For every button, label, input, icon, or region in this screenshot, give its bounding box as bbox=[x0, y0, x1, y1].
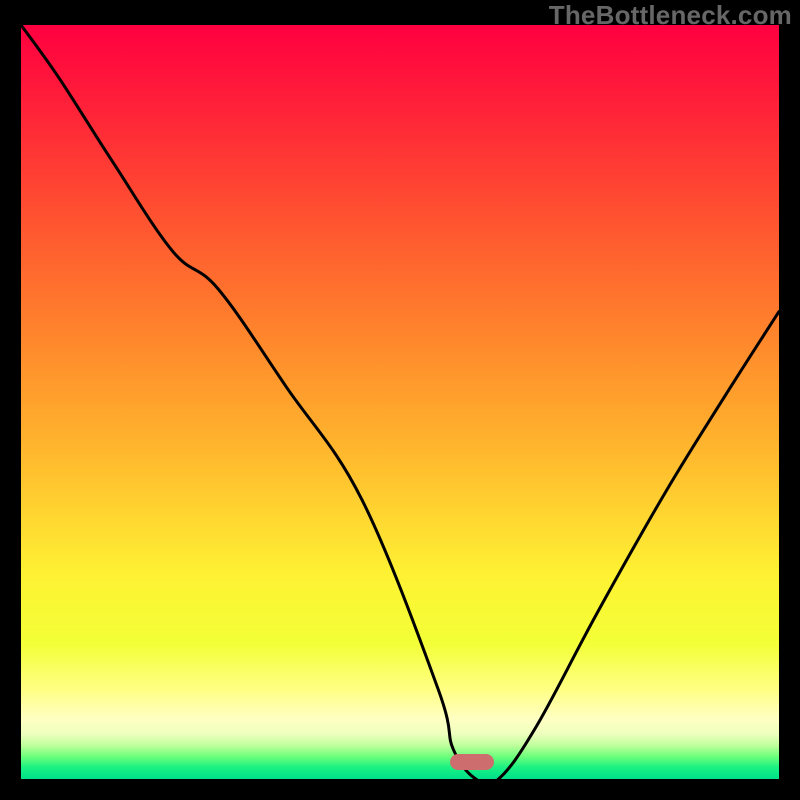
watermark-text: TheBottleneck.com bbox=[549, 0, 792, 31]
gradient-background bbox=[21, 25, 779, 779]
optimal-marker bbox=[450, 754, 494, 770]
chart-frame: TheBottleneck.com bbox=[0, 0, 800, 800]
chart-svg bbox=[21, 25, 779, 779]
plot-area bbox=[21, 25, 779, 779]
